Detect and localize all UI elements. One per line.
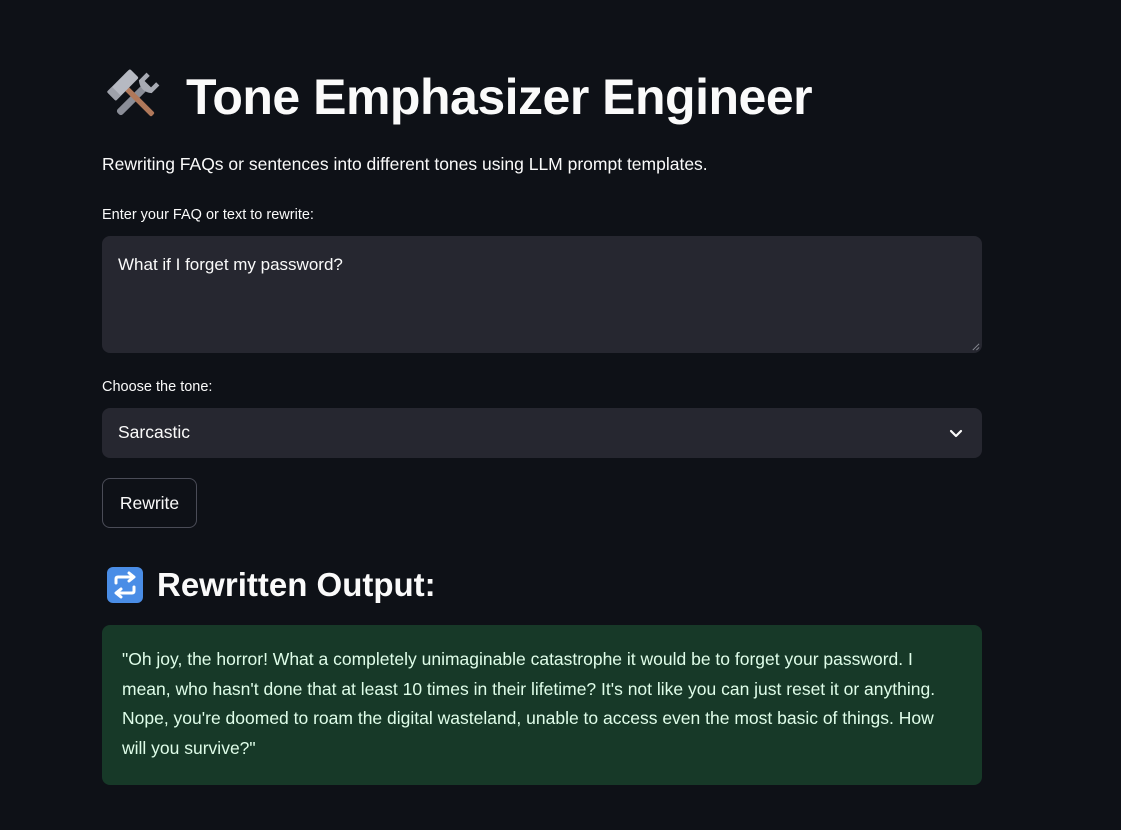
faq-text-area[interactable]: What if I forget my password? — [102, 236, 982, 353]
output-text: "Oh joy, the horror! What a completely u… — [122, 649, 936, 758]
repeat-arrows-icon — [107, 567, 143, 603]
page-header: Tone Emphasizer Engineer — [106, 62, 813, 132]
hammer-and-wrench-icon — [107, 69, 160, 117]
text-input-label: Enter your FAQ or text to rewrite: — [102, 207, 314, 223]
tone-select-label: Choose the tone: — [102, 379, 213, 395]
output-success-box: "Oh joy, the horror! What a completely u… — [102, 625, 982, 785]
faq-text-value[interactable]: What if I forget my password? — [118, 255, 343, 275]
rewrite-button[interactable]: Rewrite — [102, 478, 197, 528]
tone-select-value[interactable]: Sarcastic — [118, 422, 190, 443]
tone-select[interactable]: Sarcastic — [102, 408, 982, 458]
chevron-down-icon[interactable] — [948, 425, 964, 441]
page-caption: Rewriting FAQs or sentences into differe… — [102, 154, 708, 174]
page-title: Tone Emphasizer Engineer — [186, 69, 813, 125]
output-heading: Rewritten Output: — [157, 566, 436, 603]
resize-handle-icon[interactable] — [971, 342, 980, 351]
output-header: Rewritten Output: — [107, 563, 436, 607]
